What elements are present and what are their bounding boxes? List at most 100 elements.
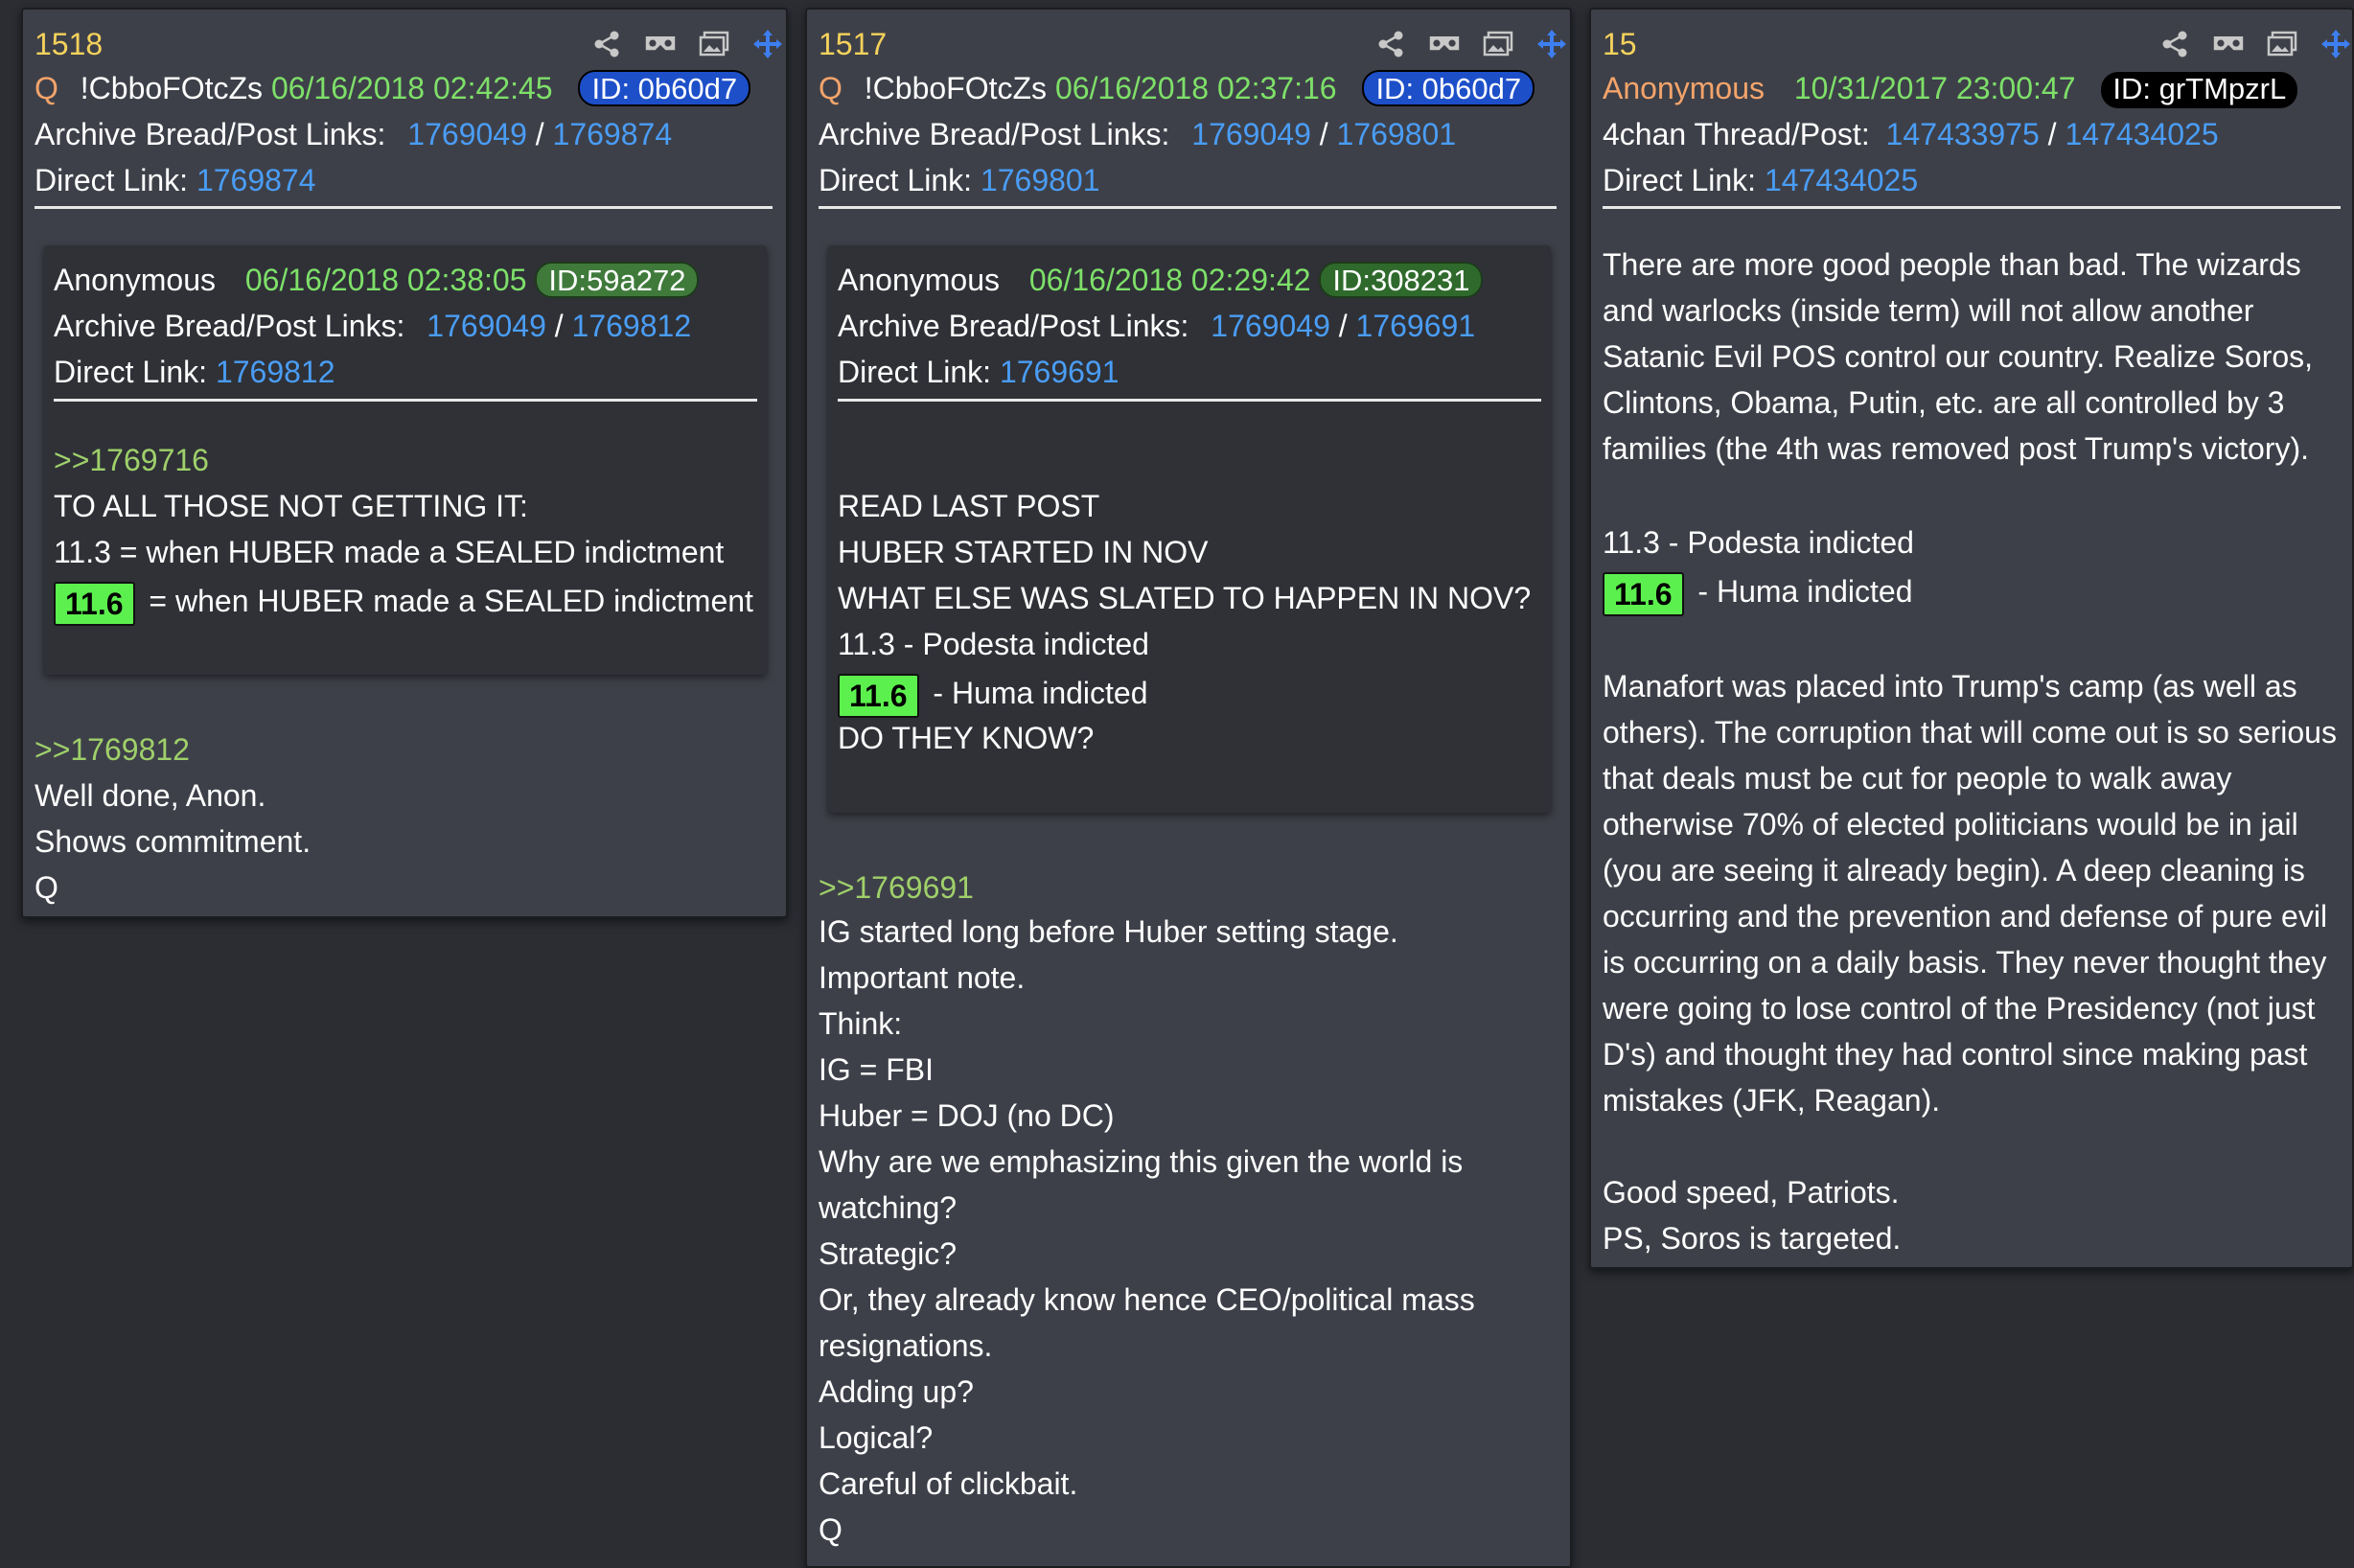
post-body-para-3: Good speed, Patriots. PS, Soros is targe…	[1603, 1169, 1901, 1261]
post-link[interactable]: 1769874	[553, 117, 673, 151]
author-q: Q	[35, 71, 58, 105]
bread-link[interactable]: 1769049	[407, 117, 527, 151]
direct-link[interactable]: 1769874	[196, 163, 316, 197]
quoted-direct-link[interactable]: 1769691	[1000, 355, 1119, 389]
body-line: There are more good people than bad. The…	[1603, 247, 2301, 282]
share-icon[interactable]	[1374, 29, 1407, 59]
archive-links-row: Archive Bread/Post Links: 1769049 / 1769…	[35, 115, 672, 153]
post-date: 10/31/2017 23:00:47	[1793, 71, 2076, 105]
quoted-reply-ref[interactable]: >>1769716	[54, 441, 209, 479]
highlight-badge: 11.6	[1603, 571, 1684, 616]
quoted-date: 06/16/2018 02:29:42	[1028, 263, 1311, 297]
link-slash: /	[1338, 309, 1356, 343]
body-line: PS, Soros is targeted.	[1603, 1221, 1902, 1256]
quoted-bread-link[interactable]: 1769049	[1211, 309, 1330, 343]
body-line-1: Well done, Anon.	[35, 778, 266, 813]
post-toolbar	[590, 25, 784, 63]
post-toolbar	[2158, 25, 2352, 63]
vr-glasses-icon[interactable]	[644, 29, 677, 59]
share-icon[interactable]	[590, 29, 623, 59]
vr-glasses-icon[interactable]	[1428, 29, 1461, 59]
body-line: is occurring on a daily basis. They neve…	[1603, 945, 2327, 980]
quoted-line-3: WHAT ELSE WAS SLATED TO HAPPEN IN NOV?	[838, 581, 1532, 615]
quoted-archive-label: Archive Bread/Post Links:	[54, 309, 405, 343]
id-badge: ID: 0b60d7	[1362, 70, 1535, 106]
quoted-post-link[interactable]: 1769812	[572, 309, 692, 343]
quoted-post-link[interactable]: 1769691	[1356, 309, 1476, 343]
share-icon[interactable]	[2158, 29, 2191, 59]
author-q: Q	[819, 71, 842, 105]
body-line: occurring and the prevention and defense…	[1603, 899, 2328, 934]
post-link[interactable]: 1769801	[1337, 117, 1457, 151]
thread-link[interactable]: 147433975	[1886, 117, 2040, 151]
quoted-author: Anonymous	[838, 263, 1000, 297]
body-line: IG started long before Huber setting sta…	[819, 914, 1398, 949]
quoted-separator	[54, 399, 757, 402]
quoted-bread-link[interactable]: 1769049	[427, 309, 546, 343]
author-name: Anonymous	[1603, 71, 1765, 105]
post-number: 1518	[35, 27, 104, 61]
vr-glasses-icon[interactable]	[2212, 29, 2245, 59]
archive-label: Archive Bread/Post Links:	[35, 117, 386, 151]
quoted-line-1: TO ALL THOSE NOT GETTING IT:	[54, 489, 528, 523]
body-line: IG = FBI	[819, 1052, 935, 1087]
quoted-date: 06/16/2018 02:38:05	[244, 263, 527, 297]
quoted-direct-label: Direct Link:	[838, 355, 992, 389]
id-badge: ID: grTMpzrL	[2101, 72, 2298, 108]
direct-label: Direct Link:	[35, 163, 189, 197]
body-line: Satanic Evil POS control our country. Re…	[1603, 339, 2314, 374]
body-line: families (the 4th was removed post Trump…	[1603, 431, 2310, 466]
body-line: Or, they already know hence CEO/politica…	[819, 1282, 1475, 1317]
body-line: Huber = DOJ (no DC)	[819, 1098, 1115, 1133]
body-line: Adding up?	[819, 1374, 974, 1409]
body-line: Clintons, Obama, Putin, etc. are all con…	[1603, 385, 2285, 420]
image-icon[interactable]	[698, 29, 730, 59]
highlight-line: 11.6 - Huma indicted	[1603, 567, 1913, 616]
move-icon[interactable]	[751, 29, 784, 59]
direct-link-row: Direct Link: 147434025	[1603, 161, 1918, 199]
body-line: watching?	[819, 1190, 958, 1225]
image-icon[interactable]	[2266, 29, 2298, 59]
body-line: that deals must be cut for people to wal…	[1603, 761, 2232, 796]
body-line-3: Q	[35, 870, 58, 905]
quoted-separator	[838, 399, 1541, 402]
body-line: others). The corruption that will come o…	[1603, 715, 2337, 749]
post-card-15: 15 Anonymous 10/31/2017 23:00:47 ID: grT…	[1589, 8, 2354, 1269]
link-slash: /	[2047, 117, 2066, 151]
reply-ref[interactable]: >>1769691	[819, 868, 974, 907]
post-link[interactable]: 147434025	[2065, 117, 2218, 151]
direct-link[interactable]: 1769801	[981, 163, 1100, 197]
post-body-para-1: There are more good people than bad. The…	[1603, 242, 2313, 472]
quoted-line-4: 11.3 - Podesta indicted	[838, 627, 1149, 661]
highlight-text: - Huma indicted	[1697, 574, 1913, 609]
move-icon[interactable]	[1535, 29, 1568, 59]
quoted-highlight-line: 11.6 - Huma indicted	[838, 669, 1148, 718]
thread-label: 4chan Thread/Post:	[1603, 117, 1870, 151]
quoted-post: Anonymous 06/16/2018 02:38:05 ID:59a272 …	[44, 245, 767, 675]
quoted-direct-link[interactable]: 1769812	[216, 355, 335, 389]
body-line: (you are seeing it already begin). A dee…	[1603, 853, 2305, 888]
image-icon[interactable]	[1482, 29, 1514, 59]
direct-link[interactable]: 147434025	[1765, 163, 1918, 197]
body-line: resignations.	[819, 1328, 993, 1363]
quoted-id-badge: ID:308231	[1319, 262, 1484, 298]
line-11-3: 11.3 - Podesta indicted	[1603, 525, 1914, 560]
body-line: Logical?	[819, 1420, 934, 1455]
separator	[35, 206, 773, 209]
quoted-line-2: HUBER STARTED IN NOV	[838, 535, 1209, 569]
id-badge: ID: 0b60d7	[578, 70, 751, 106]
archive-links-row: Archive Bread/Post Links: 1769049 / 1769…	[819, 115, 1456, 153]
body-line: Good speed, Patriots.	[1603, 1175, 1900, 1210]
move-icon[interactable]	[2319, 29, 2352, 59]
tripcode: !CbboFOtcZs	[80, 71, 264, 105]
quoted-archive-label: Archive Bread/Post Links:	[838, 309, 1189, 343]
post-number: 15	[1603, 27, 1637, 61]
post-date: 06/16/2018 02:42:45	[270, 71, 553, 105]
quoted-direct-row: Direct Link: 1769691	[838, 353, 1119, 391]
direct-link-row: Direct Link: 1769801	[819, 161, 1100, 199]
reply-ref[interactable]: >>1769812	[35, 730, 190, 769]
quoted-line-after: DO THEY KNOW?	[838, 721, 1095, 755]
bread-link[interactable]: 1769049	[1191, 117, 1311, 151]
direct-link-row: Direct Link: 1769874	[35, 161, 316, 199]
archive-label: Archive Bread/Post Links:	[819, 117, 1170, 151]
